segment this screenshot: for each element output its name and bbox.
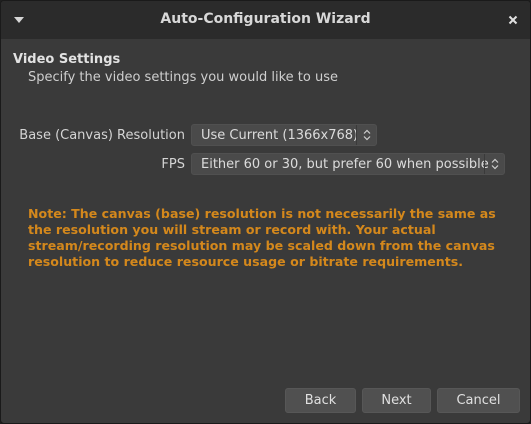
fps-label: FPS: [161, 157, 185, 172]
next-button[interactable]: Next: [362, 388, 431, 413]
close-button[interactable]: [504, 11, 522, 29]
fps-combobox[interactable]: Either 60 or 30, but prefer 60 when poss…: [191, 153, 505, 175]
fps-value: Either 60 or 30, but prefer 60 when poss…: [201, 157, 489, 172]
close-icon: [508, 15, 518, 25]
resolution-value: Use Current (1366x768): [201, 128, 359, 143]
back-button[interactable]: Back: [285, 388, 356, 413]
updown-arrows-icon: [491, 158, 498, 170]
resolution-label: Base (Canvas) Resolution: [19, 128, 185, 143]
fps-dropdown-arrows[interactable]: [484, 154, 504, 174]
wizard-window: Auto-Configuration Wizard Video Settings…: [0, 0, 531, 424]
section-title: Video Settings: [13, 52, 121, 67]
window-title: Auto-Configuration Wizard: [160, 11, 371, 27]
updown-arrows-icon: [363, 129, 370, 141]
cancel-button[interactable]: Cancel: [437, 388, 520, 413]
resolution-combobox[interactable]: Use Current (1366x768): [191, 124, 377, 146]
resolution-dropdown-arrows[interactable]: [356, 125, 376, 145]
title-bar: Auto-Configuration Wizard: [1, 1, 530, 39]
section-subtitle: Specify the video settings you would lik…: [28, 70, 338, 85]
resolution-note: Note: The canvas (base) resolution is no…: [28, 206, 496, 269]
